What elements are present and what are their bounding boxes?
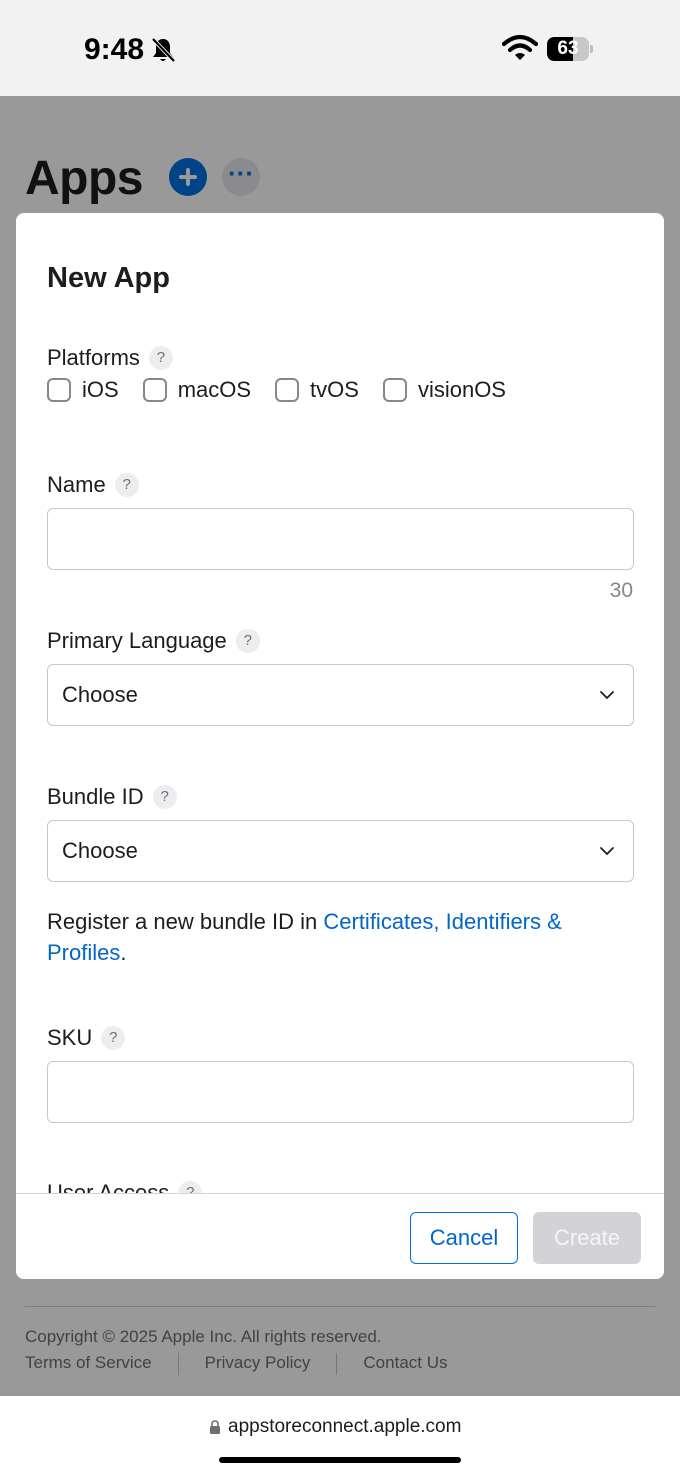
platform-tvos-label: tvOS	[310, 377, 359, 402]
platform-ios-option[interactable]: iOS	[47, 377, 119, 403]
primary-language-label-text: Primary Language	[47, 628, 227, 653]
primary-language-value: Choose	[62, 682, 138, 707]
name-label: Name ?	[47, 472, 139, 498]
battery-icon: 63	[547, 37, 593, 61]
bundle-id-select[interactable]: Choose	[47, 820, 634, 882]
primary-language-select[interactable]: Choose	[47, 664, 634, 726]
bundle-id-label: Bundle ID ?	[47, 784, 177, 810]
primary-language-help-icon[interactable]: ?	[235, 629, 260, 653]
name-help-icon[interactable]: ?	[114, 473, 139, 497]
sku-help-icon[interactable]: ?	[101, 1026, 126, 1050]
create-button[interactable]: Create	[533, 1212, 641, 1264]
user-access-label: User Access ?	[47, 1180, 203, 1193]
platform-macos-label: macOS	[177, 377, 252, 402]
status-bar: 9:48 63	[0, 0, 680, 96]
register-hint-suffix: .	[120, 940, 127, 965]
dialog-title: New App	[47, 262, 170, 294]
cancel-button[interactable]: Cancel	[410, 1212, 518, 1264]
platform-macos-checkbox[interactable]	[142, 378, 167, 402]
platform-tvos-checkbox[interactable]	[275, 378, 300, 402]
platform-ios-checkbox[interactable]	[47, 378, 71, 402]
battery-percentage: 63	[557, 38, 579, 59]
platforms-label: Platforms ?	[47, 345, 173, 371]
platform-visionos-option[interactable]: visionOS	[382, 377, 506, 403]
dialog-footer: Cancel Create	[16, 1193, 664, 1279]
chevron-down-icon	[600, 691, 614, 699]
wifi-icon	[502, 34, 538, 60]
url-text[interactable]: appstoreconnect.apple.com	[228, 1416, 461, 1438]
user-access-label-text: User Access	[47, 1180, 170, 1193]
sku-label: SKU ?	[47, 1025, 126, 1051]
platform-visionos-checkbox[interactable]	[382, 378, 407, 402]
name-input[interactable]	[47, 508, 634, 570]
chevron-down-icon	[600, 847, 614, 855]
platforms-help-icon[interactable]: ?	[148, 346, 173, 370]
name-character-counter: 30	[609, 579, 633, 602]
user-access-help-icon[interactable]: ?	[178, 1181, 203, 1193]
register-bundle-id-hint: Register a new bundle ID in Certificates…	[47, 906, 627, 968]
primary-language-label: Primary Language ?	[47, 628, 260, 654]
bundle-id-label-text: Bundle ID	[47, 784, 144, 809]
home-indicator[interactable]	[219, 1457, 461, 1463]
platform-visionos-label: visionOS	[417, 377, 506, 402]
status-time: 9:48	[84, 33, 145, 66]
new-app-dialog: New App Platforms ? iOS macOS tvOS visio…	[16, 213, 664, 1279]
dialog-body[interactable]: New App Platforms ? iOS macOS tvOS visio…	[16, 213, 664, 1193]
platform-ios-label: iOS	[82, 377, 119, 402]
lock-icon	[210, 1420, 220, 1434]
platform-tvos-option[interactable]: tvOS	[275, 377, 359, 403]
name-label-text: Name	[47, 472, 106, 497]
platforms-checkbox-group: iOS macOS tvOS visionOS	[47, 377, 530, 403]
sku-input[interactable]	[47, 1061, 634, 1123]
bundle-id-help-icon[interactable]: ?	[152, 785, 177, 809]
sku-label-text: SKU	[47, 1025, 93, 1050]
platform-macos-option[interactable]: macOS	[142, 377, 252, 403]
browser-address-bar[interactable]: appstoreconnect.apple.com	[0, 1396, 680, 1477]
platforms-label-text: Platforms	[47, 345, 140, 370]
register-hint-text: Register a new bundle ID in	[47, 909, 324, 934]
bell-slash-icon	[151, 37, 176, 63]
bundle-id-value: Choose	[62, 838, 138, 863]
